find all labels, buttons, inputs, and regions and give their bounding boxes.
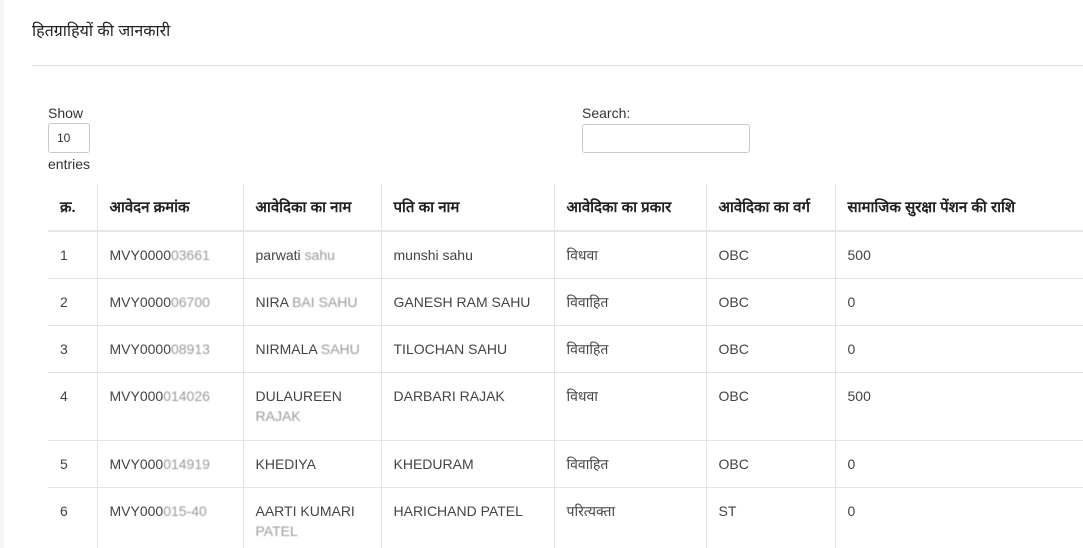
cell-applicant-type: परित्यक्ता — [554, 487, 707, 548]
cell-sno: 5 — [48, 440, 98, 488]
cell-sno: 1 — [48, 231, 98, 279]
table-row: 6 MVY000015-40 AARTI KUMARI PATEL HARICHA… — [48, 487, 1083, 548]
column-header-applicant-name[interactable]: आवेदिका का नाम — [243, 184, 382, 232]
search-input[interactable] — [582, 124, 750, 153]
table-row: 4 MVY000014026 DULAUREEN RAJAK DARBARI RA… — [48, 372, 1083, 441]
column-header-applicant-type[interactable]: आवेदिका का प्रकार — [554, 184, 707, 232]
cell-sno: 2 — [48, 278, 98, 326]
table-row: 2 MVY000006700 NIRA BAI SAHU GANESH RAM … — [48, 278, 1083, 326]
entries-label: entries — [48, 156, 91, 172]
masked-text: PATEL — [255, 523, 298, 539]
cell-applicant-name: parwati sahu — [243, 231, 382, 279]
cell-pension-amount: 0 — [835, 487, 1083, 548]
cell-applicant-type: विवाहित — [554, 325, 707, 373]
column-header-pension-amount[interactable]: सामाजिक सुरक्षा पेंशन की राशि — [835, 184, 1083, 232]
table-row: 3 MVY000008913 NIRMALA SAHU TILOCHAN SAH… — [48, 325, 1083, 373]
cell-sno: 4 — [48, 372, 98, 441]
page-length-control: Show 10 entries — [48, 104, 90, 173]
title-divider — [32, 65, 1083, 66]
beneficiary-table: क्र. आवेदन क्रमांक आवेदिका का नाम पति का… — [48, 184, 1083, 548]
cell-pension-amount: 0 — [835, 278, 1083, 326]
cell-applicant-type: विधवा — [554, 231, 707, 279]
table-row: 5 MVY000014919 KHEDIYA KHEDURAM विवाहित … — [48, 440, 1083, 488]
cell-applicant-category: OBC — [706, 372, 836, 441]
table-row: 1 MVY000003661 parwati sahu munshi sahu … — [48, 231, 1083, 279]
cell-application-no: MVY000014026 — [97, 372, 244, 441]
cell-applicant-type: विवाहित — [554, 440, 707, 488]
page-length-select[interactable]: 10 — [48, 123, 90, 153]
cell-pension-amount: 0 — [835, 325, 1083, 373]
masked-text: 015-40 — [163, 503, 207, 519]
masked-text: 08913 — [170, 341, 210, 357]
cell-applicant-category: ST — [706, 487, 836, 548]
masked-text: 014919 — [163, 456, 210, 472]
cell-pension-amount: 500 — [835, 231, 1083, 279]
cell-pension-amount: 0 — [835, 440, 1083, 488]
masked-text: 03661 — [170, 247, 210, 263]
cell-application-no: MVY000006700 — [97, 278, 244, 326]
cell-applicant-name: NIRA BAI SAHU — [243, 278, 382, 326]
cell-applicant-name: NIRMALA SAHU — [243, 325, 382, 373]
column-header-sno[interactable]: क्र. — [48, 184, 98, 232]
cell-applicant-name: KHEDIYA — [243, 440, 382, 488]
cell-applicant-category: OBC — [706, 325, 836, 373]
column-header-husband-name[interactable]: पति का नाम — [381, 184, 555, 232]
masked-text: 014026 — [163, 388, 210, 404]
cell-pension-amount: 500 — [835, 372, 1083, 441]
cell-husband-name: munshi sahu — [381, 231, 555, 279]
cell-application-no: MVY000015-40 — [97, 487, 244, 548]
cell-applicant-type: विधवा — [554, 372, 707, 441]
cell-sno: 6 — [48, 487, 98, 548]
cell-husband-name: KHEDURAM — [381, 440, 555, 488]
cell-application-no: MVY000014919 — [97, 440, 244, 488]
cell-application-no: MVY000003661 — [97, 231, 244, 279]
cell-applicant-name: AARTI KUMARI PATEL — [243, 487, 382, 548]
cell-husband-name: DARBARI RAJAK — [381, 372, 555, 441]
cell-applicant-category: OBC — [706, 231, 836, 279]
search-label: Search: — [582, 105, 631, 121]
cell-husband-name: TILOCHAN SAHU — [381, 325, 555, 373]
table-header-row: क्र. आवेदन क्रमांक आवेदिका का नाम पति का… — [48, 184, 1083, 232]
cell-applicant-category: OBC — [706, 278, 836, 326]
masked-text: sahu — [304, 247, 335, 263]
column-header-applicant-category[interactable]: आवेदिका का वर्ग — [706, 184, 836, 232]
masked-text: 06700 — [170, 294, 210, 310]
masked-text: RAJAK — [255, 408, 301, 424]
cell-applicant-category: OBC — [706, 440, 836, 488]
masked-text: BAI SAHU — [292, 294, 358, 310]
cell-applicant-type: विवाहित — [554, 278, 707, 326]
masked-text: SAHU — [320, 341, 360, 357]
cell-sno: 3 — [48, 325, 98, 373]
cell-applicant-name: DULAUREEN RAJAK — [243, 372, 382, 441]
show-label: Show — [48, 105, 84, 121]
panel-title: हितग्राहियों की जानकारी — [32, 23, 171, 40]
cell-husband-name: HARICHAND PATEL — [381, 487, 555, 548]
cell-husband-name: GANESH RAM SAHU — [381, 278, 555, 326]
beneficiary-panel: हितग्राहियों की जानकारी Show 10 entries … — [4, 0, 1083, 548]
search-control: Search: — [582, 104, 750, 153]
column-header-application-no[interactable]: आवेदन क्रमांक — [97, 184, 244, 232]
cell-application-no: MVY000008913 — [97, 325, 244, 373]
